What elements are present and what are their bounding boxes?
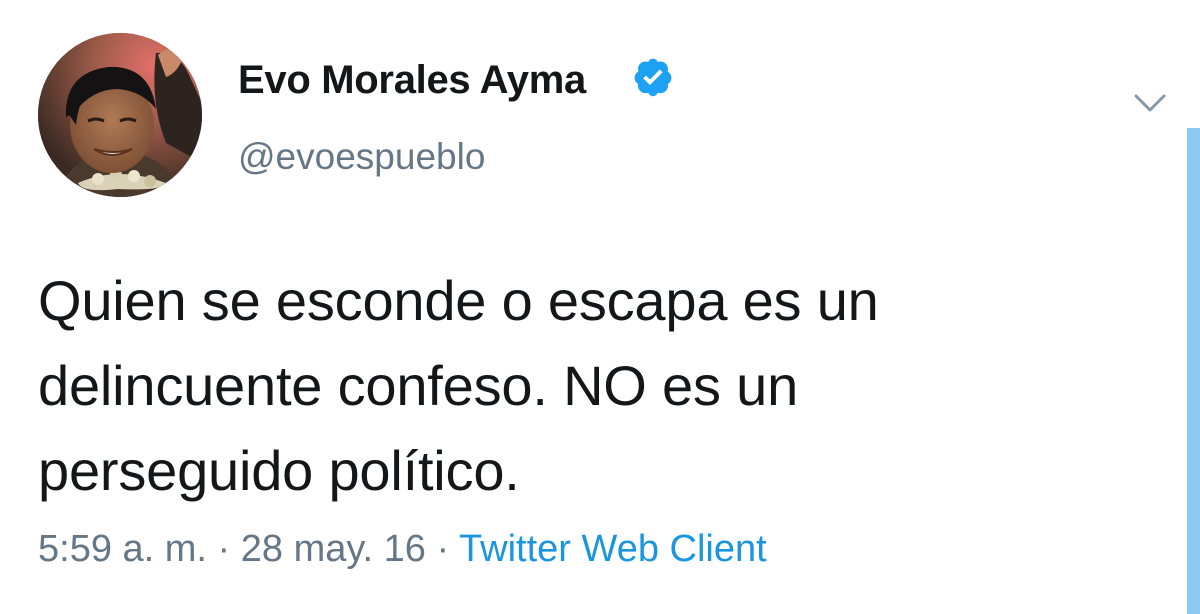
avatar-photo <box>38 33 202 197</box>
tweet-text: Quien se esconde o escapa es un delincue… <box>38 258 1158 513</box>
verified-badge-icon <box>634 58 672 97</box>
meta-separator: · <box>436 528 450 570</box>
tweet-text-line: Quien se esconde o escapa es un <box>38 269 879 332</box>
scrollbar[interactable] <box>1187 128 1200 614</box>
tweet-time[interactable]: 5:59 a. m. <box>38 528 207 570</box>
tweet-date[interactable]: 28 may. 16 <box>241 528 426 570</box>
tweet-text-line: perseguido político. <box>38 439 520 502</box>
user-handle[interactable]: @evoespueblo <box>238 136 485 178</box>
tweet-source-link[interactable]: Twitter Web Client <box>459 528 767 570</box>
tweet-text-line: delincuente confeso. NO es un <box>38 354 799 417</box>
avatar[interactable] <box>38 33 202 197</box>
meta-separator: · <box>217 528 231 570</box>
chevron-down-icon[interactable] <box>1130 88 1170 118</box>
tweet-meta: 5:59 a. m. · 28 may. 16 · Twitter Web Cl… <box>38 528 767 571</box>
display-name[interactable]: Evo Morales Ayma <box>238 58 586 103</box>
tweet-card: Evo Morales Ayma @evoespueblo Quien se e… <box>0 0 1200 614</box>
